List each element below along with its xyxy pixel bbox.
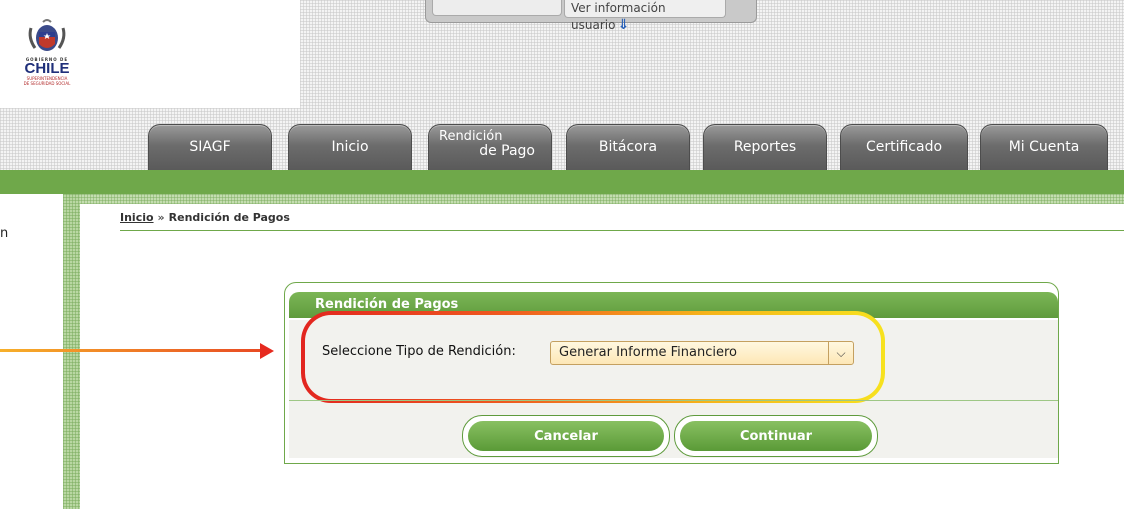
- logo-agency-line2: DE SEGURIDAD SOCIAL: [23, 81, 71, 86]
- tab-bitacora[interactable]: Bitácora: [566, 124, 690, 170]
- tab-rendicion-de-pago[interactable]: Rendición de Pago: [428, 124, 552, 170]
- logo-country-text: CHILE: [24, 60, 70, 77]
- sidebar-partial-text: n: [0, 226, 9, 241]
- nav-green-bar: [0, 170, 1124, 194]
- user-info-tab: Ver información usuario ⇓: [425, 0, 757, 33]
- cancel-button-label: Cancelar: [468, 421, 664, 451]
- breadcrumb: Inicio» Rendición de Pagos: [120, 211, 1124, 231]
- tab-inicio-label: Inicio: [331, 139, 369, 155]
- tab-inicio[interactable]: Inicio: [288, 124, 412, 170]
- tab-mi-cuenta[interactable]: Mi Cuenta: [980, 124, 1108, 170]
- cancel-button[interactable]: Cancelar: [462, 415, 670, 457]
- coat-of-arms-icon: [28, 19, 66, 51]
- logo-area: GOBIERNO DE CHILE SUPERINTENDENCIA DE SE…: [0, 0, 300, 108]
- annotation-arrow-head-icon: [260, 343, 274, 359]
- continue-button[interactable]: Continuar: [674, 415, 878, 457]
- user-info-left-slot: [432, 0, 562, 16]
- tab-siagf-label: SIAGF: [189, 139, 231, 155]
- tab-certificado[interactable]: Certificado: [840, 124, 968, 170]
- tab-mi-cuenta-label: Mi Cuenta: [1008, 139, 1080, 155]
- breadcrumb-separator: »: [157, 211, 165, 224]
- content-top-border: [63, 194, 1124, 204]
- government-logo[interactable]: GOBIERNO DE CHILE SUPERINTENDENCIA DE SE…: [8, 18, 86, 104]
- tab-reportes[interactable]: Reportes: [703, 124, 827, 170]
- tipo-rendicion-label: Seleccione Tipo de Rendición:: [322, 344, 516, 359]
- tipo-rendicion-selected-value: Generar Informe Financiero: [559, 345, 737, 360]
- arrow-down-icon: ⇓: [617, 17, 630, 33]
- breadcrumb-home-link[interactable]: Inicio: [120, 211, 154, 224]
- tab-certificado-label: Certificado: [865, 139, 943, 155]
- chevron-down-icon[interactable]: ⌵: [828, 342, 853, 364]
- tab-bitacora-label: Bitácora: [598, 139, 658, 155]
- panel-divider: [289, 400, 1058, 401]
- continue-button-label: Continuar: [680, 421, 872, 451]
- tab-rendicion-label-line1: Rendición: [439, 129, 503, 144]
- tab-reportes-label: Reportes: [733, 139, 797, 155]
- annotation-arrow-line: [0, 349, 262, 352]
- breadcrumb-current: Rendición de Pagos: [168, 211, 290, 224]
- tab-rendicion-label-line2: de Pago: [479, 143, 535, 159]
- user-info-button[interactable]: Ver información usuario ⇓: [564, 0, 726, 33]
- tab-siagf[interactable]: SIAGF: [148, 124, 272, 170]
- tipo-rendicion-select[interactable]: Generar Informe Financiero ⌵: [550, 341, 854, 365]
